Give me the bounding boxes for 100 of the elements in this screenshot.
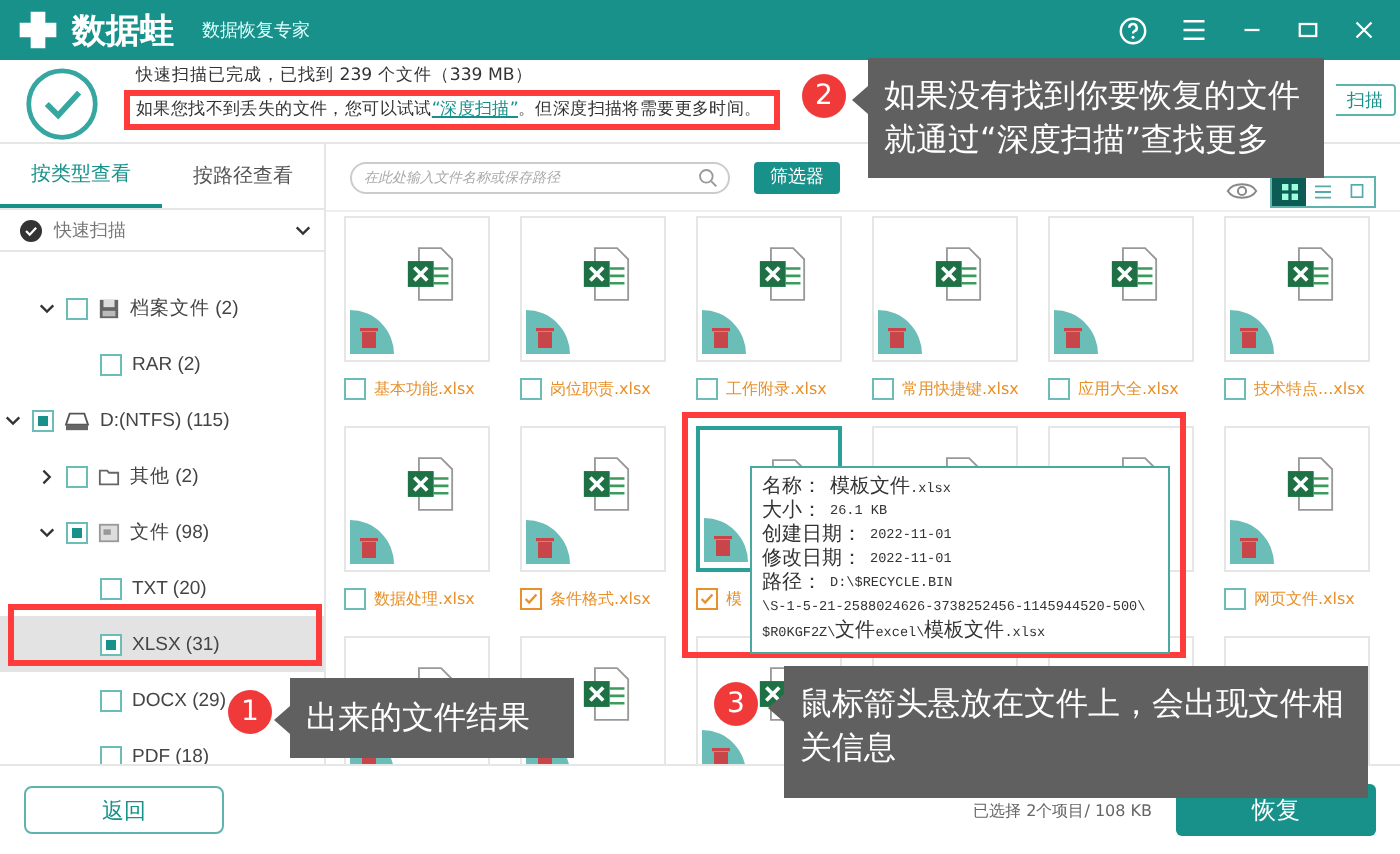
view-tab[interactable]: 按类型查看 — [0, 144, 162, 208]
tree-checkbox[interactable] — [100, 353, 122, 375]
info-label: 大小： — [762, 500, 822, 523]
chevron-down-icon[interactable] — [38, 523, 56, 541]
plus-logo-icon — [16, 8, 60, 52]
file-checkbox[interactable] — [344, 377, 366, 399]
file-name: 网页文件.xlsx — [1254, 587, 1355, 609]
tree-item[interactable]: D:(NTFS) (115) — [0, 392, 234, 448]
file-name: 技术特点...xlsx — [1254, 377, 1365, 399]
back-button[interactable]: 返回 — [24, 786, 224, 834]
file-name: 工作附录.xlsx — [726, 377, 827, 399]
hint-text: 如果您找不到丢失的文件，您可以试试“深度扫描”。但深度扫描将需要更多时间。 — [136, 98, 762, 122]
callout-tooltip: 鼠标箭头悬放在文件上，会出现文件相关信息 — [768, 666, 1368, 798]
file-checkbox[interactable] — [344, 587, 366, 609]
file-card[interactable] — [344, 426, 490, 572]
file-card[interactable] — [520, 216, 666, 362]
spreadsheet-file-icon — [934, 246, 982, 302]
chevron-down-icon[interactable] — [4, 411, 22, 429]
trash-badge-icon — [878, 310, 922, 354]
file-card[interactable] — [1224, 216, 1370, 362]
file-checkbox[interactable] — [696, 377, 718, 399]
tree-checkbox[interactable] — [100, 633, 122, 655]
tree-checkbox[interactable] — [100, 745, 122, 764]
filter-button[interactable]: 筛选器 — [754, 161, 840, 193]
step-number-tooltip: 3 — [714, 682, 758, 726]
info-label: 创建日期： — [762, 524, 862, 547]
tree-checkbox[interactable] — [32, 409, 54, 431]
file-checkbox[interactable] — [696, 587, 718, 609]
spreadsheet-file-icon — [1286, 456, 1334, 512]
file-checkbox[interactable] — [872, 377, 894, 399]
spreadsheet-file-icon — [406, 246, 454, 302]
deep-scan-button[interactable]: 扫描 — [1336, 84, 1396, 116]
check-circle-icon — [24, 66, 100, 142]
file-checkbox[interactable] — [1048, 377, 1070, 399]
trash-badge-icon — [350, 520, 394, 564]
app-name: 数据蛙 — [72, 9, 174, 53]
file-card[interactable] — [1048, 216, 1194, 362]
file-name: 数据处理.xlsx — [374, 587, 475, 609]
file-name: 岗位职责.xlsx — [550, 377, 651, 399]
spreadsheet-file-icon — [1110, 246, 1158, 302]
file-name: 应用大全.xlsx — [1078, 377, 1179, 399]
close-icon[interactable] — [1352, 18, 1376, 42]
callout-tooltip: 如果没有找到你要恢复的文件就通过“深度扫描”查找更多 — [852, 58, 1324, 178]
info-label: 路径： — [762, 572, 822, 596]
file-checkbox[interactable] — [520, 377, 542, 399]
document-icon — [98, 521, 120, 543]
deep-scan-link[interactable]: “深度扫描” — [431, 100, 519, 120]
tree-item[interactable]: TXT (20) — [0, 560, 211, 616]
spreadsheet-file-icon — [582, 246, 630, 302]
tree-checkbox[interactable] — [66, 297, 88, 319]
tree-checkbox[interactable] — [100, 689, 122, 711]
file-checkbox[interactable] — [1224, 377, 1246, 399]
trash-badge-icon — [704, 518, 748, 562]
tree-checkbox[interactable] — [100, 577, 122, 599]
help-icon[interactable] — [1118, 15, 1148, 45]
chevron-down-icon — [294, 221, 312, 239]
tree-item[interactable]: 其他 (2) — [0, 448, 203, 504]
tree-item[interactable]: 文件 (98) — [0, 504, 214, 560]
trash-badge-icon — [702, 730, 746, 764]
trash-badge-icon — [702, 310, 746, 354]
trash-badge-icon — [1230, 520, 1274, 564]
chevron-down-icon[interactable] — [38, 299, 56, 317]
tree-item[interactable]: RAR (2) — [0, 336, 205, 392]
file-card[interactable] — [696, 216, 842, 362]
file-checkbox[interactable] — [520, 587, 542, 609]
drive-icon — [64, 409, 90, 431]
chevron-right-icon[interactable] — [38, 467, 56, 485]
info-label: 修改日期： — [762, 548, 862, 572]
spreadsheet-file-icon — [406, 456, 454, 512]
trash-badge-icon — [526, 310, 570, 354]
file-card[interactable] — [344, 216, 490, 362]
eye-icon[interactable] — [1226, 180, 1258, 202]
tree-item[interactable]: DOCX (29) — [0, 672, 230, 728]
file-checkbox[interactable] — [1224, 587, 1246, 609]
grid-view-button[interactable] — [1272, 177, 1306, 205]
file-card[interactable] — [872, 216, 1018, 362]
tree-checkbox[interactable] — [66, 465, 88, 487]
file-name: 模 — [726, 587, 742, 609]
spreadsheet-file-icon — [1286, 246, 1334, 302]
file-card[interactable] — [520, 426, 666, 572]
maximize-icon[interactable] — [1296, 18, 1320, 42]
file-name: 基本功能.xlsx — [374, 377, 475, 399]
file-card[interactable] — [1224, 426, 1370, 572]
panel-icon — [1350, 182, 1364, 200]
folder-icon — [98, 465, 120, 487]
selection-summary: 已选择 2个项目/ 108 KB — [973, 799, 1152, 821]
tree-checkbox[interactable] — [66, 521, 88, 543]
file-name: 常用快捷键.xlsx — [902, 377, 1019, 399]
menu-icon[interactable] — [1180, 16, 1208, 44]
scan-status-text: 快速扫描已完成，已找到 239 个文件（339 MB） — [136, 66, 533, 88]
scan-mode-dropdown[interactable]: 快速扫描 — [0, 210, 324, 252]
list-icon — [1314, 183, 1332, 199]
trash-badge-icon — [1054, 310, 1098, 354]
trash-badge-icon — [526, 520, 570, 564]
trash-badge-icon — [1230, 310, 1274, 354]
view-tab[interactable]: 按路径查看 — [162, 144, 324, 208]
step-number-tooltip: 2 — [802, 74, 846, 118]
archive-icon — [98, 297, 120, 319]
app-subtitle: 数据恢复专家 — [202, 19, 310, 43]
tree-item[interactable]: 档案文件 (2) — [0, 280, 243, 336]
